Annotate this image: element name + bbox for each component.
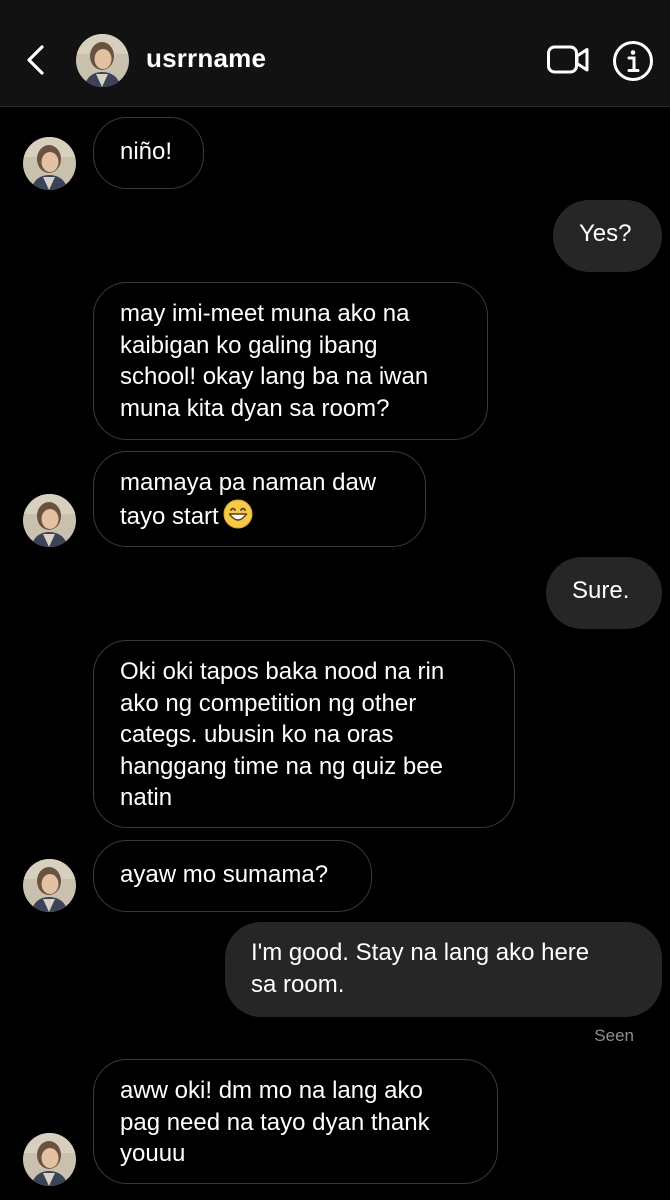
avatar[interactable] xyxy=(23,494,76,547)
video-camera-icon xyxy=(547,45,589,74)
message-line: pag need na tayo dyan thank xyxy=(120,1108,430,1136)
message-line-text: tayo start xyxy=(120,502,219,530)
incoming-message[interactable]: ayaw mo sumama? xyxy=(93,840,372,912)
message-line: kaibigan ko galing ibang xyxy=(120,331,378,359)
grinning-face-emoji xyxy=(223,499,253,528)
message-line: Sure. xyxy=(572,577,630,604)
message-line: school! okay lang ba na iwan xyxy=(120,363,429,390)
outgoing-message[interactable]: Yes? xyxy=(553,200,662,272)
incoming-message[interactable]: may imi-meet muna ako na kaibigan ko gal… xyxy=(93,282,488,440)
info-button[interactable] xyxy=(612,40,654,82)
avatar[interactable] xyxy=(23,1133,76,1186)
video-call-button[interactable] xyxy=(546,42,590,78)
incoming-message[interactable]: Oki oki tapos baka nood na rin ako ng co… xyxy=(93,640,515,828)
chevron-left-icon xyxy=(27,45,44,75)
outgoing-message[interactable]: I'm good. Stay na lang ako here sa room. xyxy=(225,922,662,1017)
message-line: Yes? xyxy=(579,220,632,247)
message-line: muna kita dyan sa room? xyxy=(120,394,390,422)
incoming-message[interactable]: mamaya pa naman daw tayo start xyxy=(93,451,426,547)
message-line: youuu xyxy=(120,1140,186,1167)
username[interactable]: usrrname xyxy=(146,43,266,74)
message-line: tayo start xyxy=(120,499,399,533)
incoming-message[interactable]: niño! xyxy=(93,117,204,189)
message-line: ako ng competition ng other xyxy=(120,689,417,717)
message-line: ayaw mo sumama? xyxy=(120,861,329,888)
info-icon xyxy=(613,41,653,81)
chat-header: usrrname xyxy=(0,0,670,107)
message-line: hanggang time na ng quiz bee xyxy=(120,752,443,780)
message-line: sa room. xyxy=(251,970,345,998)
incoming-message[interactable]: aww oki! dm mo na lang ako pag need na t… xyxy=(93,1059,498,1184)
message-line: mamaya pa naman daw xyxy=(120,469,377,496)
message-line: categs. ubusin ko na oras xyxy=(120,721,394,748)
message-line: natin xyxy=(120,784,173,811)
message-line: niño! xyxy=(120,138,173,165)
message-line: I'm good. Stay na lang ako here xyxy=(251,939,590,966)
seen-indicator: Seen xyxy=(594,1026,634,1045)
avatar[interactable] xyxy=(23,137,76,190)
message-line: aww oki! dm mo na lang ako xyxy=(120,1077,423,1104)
avatar[interactable] xyxy=(76,34,129,87)
back-button[interactable] xyxy=(22,40,52,80)
outgoing-message[interactable]: Sure. xyxy=(546,557,662,629)
message-line: may imi-meet muna ako na xyxy=(120,300,410,327)
avatar[interactable] xyxy=(23,859,76,912)
message-line: Oki oki tapos baka nood na rin xyxy=(120,658,445,685)
